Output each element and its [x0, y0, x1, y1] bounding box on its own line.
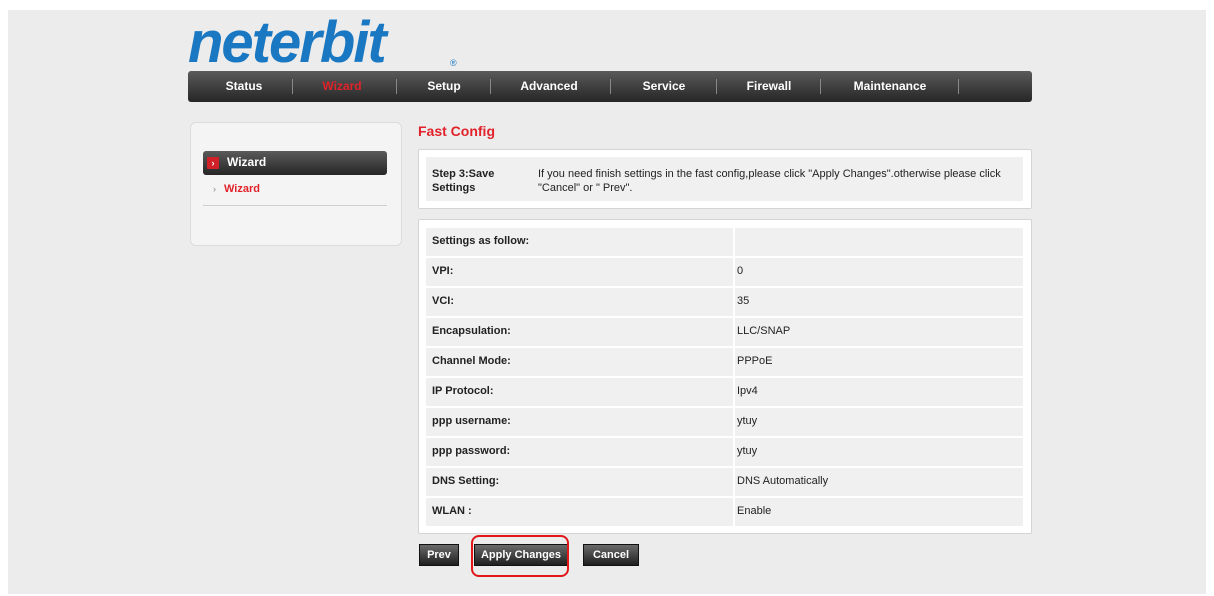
nav-firewall[interactable]: Firewall	[733, 71, 805, 102]
nav-divider	[958, 79, 959, 94]
nav-advanced[interactable]: Advanced	[506, 71, 592, 102]
nav-maintenance[interactable]: Maintenance	[840, 71, 940, 102]
column-divider	[733, 468, 735, 496]
row-label: WLAN :	[432, 505, 472, 517]
table-row: Encapsulation: LLC/SNAP	[426, 318, 1023, 346]
annotation-highlight	[471, 535, 569, 577]
chevron-right-icon: ›	[207, 157, 219, 169]
table-row: WLAN : Enable	[426, 498, 1023, 526]
nav-divider	[396, 79, 397, 94]
row-value: PPPoE	[737, 355, 773, 367]
column-divider	[733, 438, 735, 466]
nav-wizard[interactable]: Wizard	[306, 71, 378, 102]
page-title: Fast Config	[418, 123, 495, 139]
sidebar: › Wizard › Wizard	[190, 122, 402, 246]
nav-divider	[490, 79, 491, 94]
column-divider	[733, 258, 735, 286]
table-row: DNS Setting: DNS Automatically	[426, 468, 1023, 496]
row-label: IP Protocol:	[432, 385, 494, 397]
registered-mark: ®	[450, 58, 457, 68]
column-divider	[733, 348, 735, 376]
table-row: VPI: 0	[426, 258, 1023, 286]
brand-logo: neterbit ®	[188, 14, 468, 72]
step-panel: Step 3:Save Settings If you need finish …	[418, 149, 1032, 209]
column-divider	[733, 408, 735, 436]
column-divider	[733, 378, 735, 406]
top-nav-bar: Status Wizard Setup Advanced Service Fir…	[188, 71, 1032, 102]
column-divider	[733, 318, 735, 346]
sidebar-item-wizard[interactable]: › Wizard	[203, 181, 387, 206]
row-value: DNS Automatically	[737, 475, 829, 487]
nav-divider	[716, 79, 717, 94]
nav-divider	[610, 79, 611, 94]
logo-text: neterbit	[188, 10, 387, 75]
sidebar-header-label: Wizard	[227, 155, 267, 169]
table-row: IP Protocol: Ipv4	[426, 378, 1023, 406]
row-value: 0	[737, 265, 744, 277]
step-description: If you need finish settings in the fast …	[538, 168, 1001, 194]
row-label: VCI:	[432, 295, 454, 307]
row-value: Enable	[737, 505, 772, 517]
cancel-button[interactable]: Cancel	[583, 544, 639, 566]
settings-header: Settings as follow:	[432, 235, 530, 247]
column-divider	[733, 498, 735, 526]
bullet-arrow-icon: ›	[213, 184, 216, 194]
table-row: VCI: 35	[426, 288, 1023, 316]
column-divider	[733, 228, 735, 256]
row-label: Encapsulation:	[432, 325, 511, 337]
sidebar-item-label: Wizard	[224, 183, 260, 195]
settings-header-row: Settings as follow:	[426, 228, 1023, 256]
table-row: Channel Mode: PPPoE	[426, 348, 1023, 376]
row-label: ppp password:	[432, 445, 511, 457]
nav-status[interactable]: Status	[208, 71, 280, 102]
nav-setup[interactable]: Setup	[408, 71, 480, 102]
step-label: Step 3:Save Settings	[432, 168, 495, 194]
row-label: VPI:	[432, 265, 454, 277]
nav-service[interactable]: Service	[628, 71, 700, 102]
prev-button[interactable]: Prev	[419, 544, 459, 566]
row-value: Ipv4	[737, 385, 758, 397]
row-value: ytuy	[737, 415, 758, 427]
sidebar-header[interactable]: › Wizard	[203, 151, 387, 175]
row-label: ppp username:	[432, 415, 511, 427]
step-info: Step 3:Save Settings If you need finish …	[426, 157, 1023, 201]
row-value: ytuy	[737, 445, 758, 457]
table-row: ppp username: ytuy	[426, 408, 1023, 436]
column-divider	[733, 288, 735, 316]
row-value: LLC/SNAP	[737, 325, 791, 337]
row-label: Channel Mode:	[432, 355, 511, 367]
settings-panel: Settings as follow: VPI: 0 VCI: 35 Encap…	[418, 219, 1032, 534]
table-row: ppp password: ytuy	[426, 438, 1023, 466]
row-value: 35	[737, 295, 750, 307]
nav-divider	[292, 79, 293, 94]
nav-divider	[820, 79, 821, 94]
row-label: DNS Setting:	[432, 475, 500, 487]
